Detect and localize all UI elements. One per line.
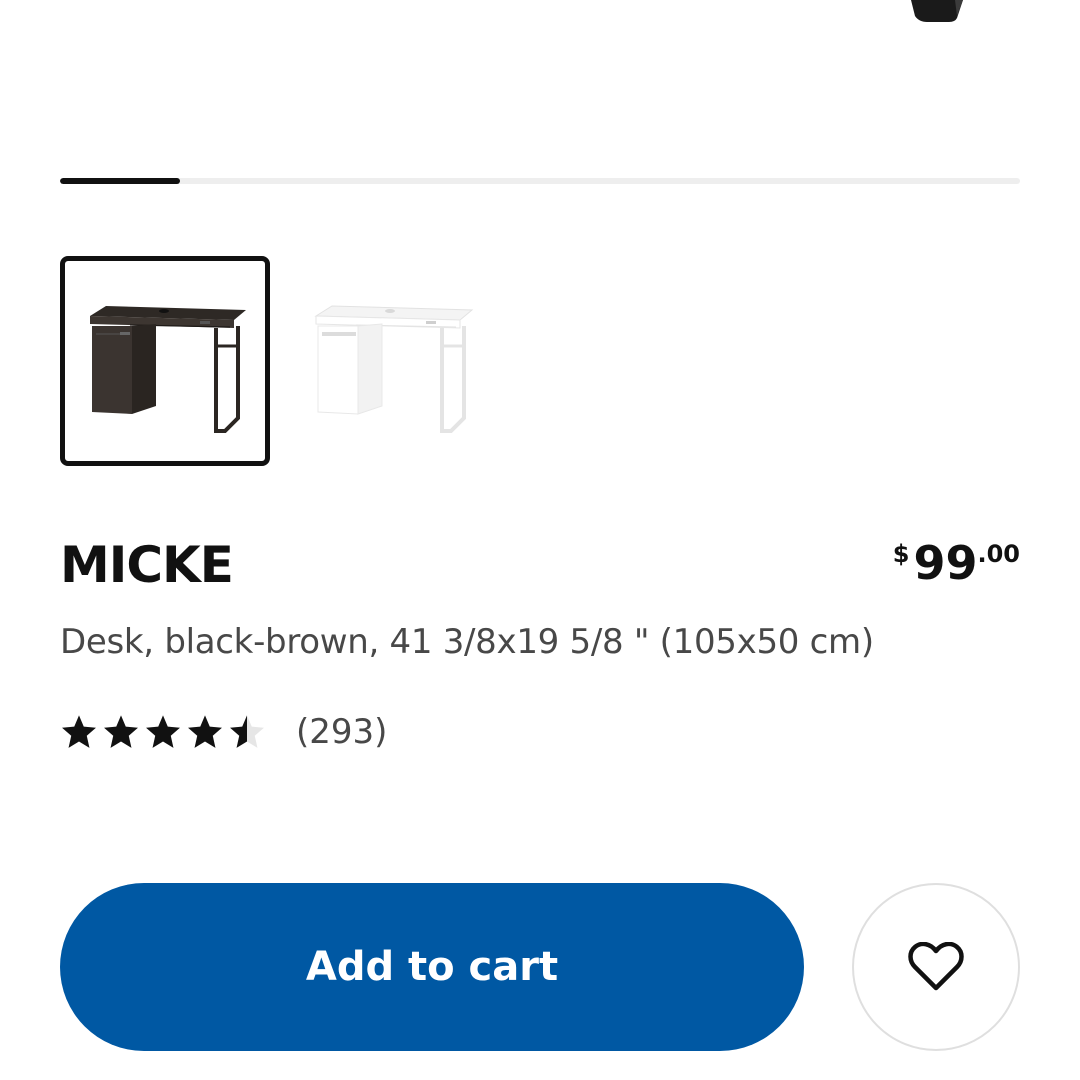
carousel-progress-fill [60, 178, 180, 184]
desk-black-brown-thumbnail [90, 306, 246, 433]
carousel-progress [60, 178, 1020, 184]
review-count: (293) [296, 712, 388, 752]
product-page: MICKE $ 99 .00 Desk, black-brown, 41 3/8… [0, 0, 1080, 1080]
star-icon [146, 715, 180, 748]
price-decimals: .00 [977, 540, 1020, 568]
star-icon [62, 715, 96, 748]
add-to-cart-button[interactable]: Add to cart [60, 883, 804, 1051]
hero-image-fragment [911, 0, 963, 22]
variant-black-brown[interactable] [60, 256, 270, 466]
product-price: $ 99 .00 [893, 536, 1020, 590]
rating-stars [60, 713, 266, 751]
star-icon [230, 715, 264, 748]
price-currency: $ [892, 540, 910, 568]
price-integer: 99 [913, 536, 978, 590]
favourite-button[interactable] [852, 883, 1020, 1051]
star-icon [104, 715, 138, 748]
variant-white[interactable] [286, 256, 496, 466]
heart-outline-icon [908, 942, 964, 991]
product-description: Desk, black-brown, 41 3/8x19 5/8 " (105x… [60, 622, 874, 662]
product-rating[interactable]: (293) [60, 712, 387, 752]
desk-white-thumbnail [314, 305, 474, 433]
star-icon [188, 715, 222, 748]
variant-selector [60, 256, 496, 466]
product-name: MICKE [60, 536, 234, 594]
